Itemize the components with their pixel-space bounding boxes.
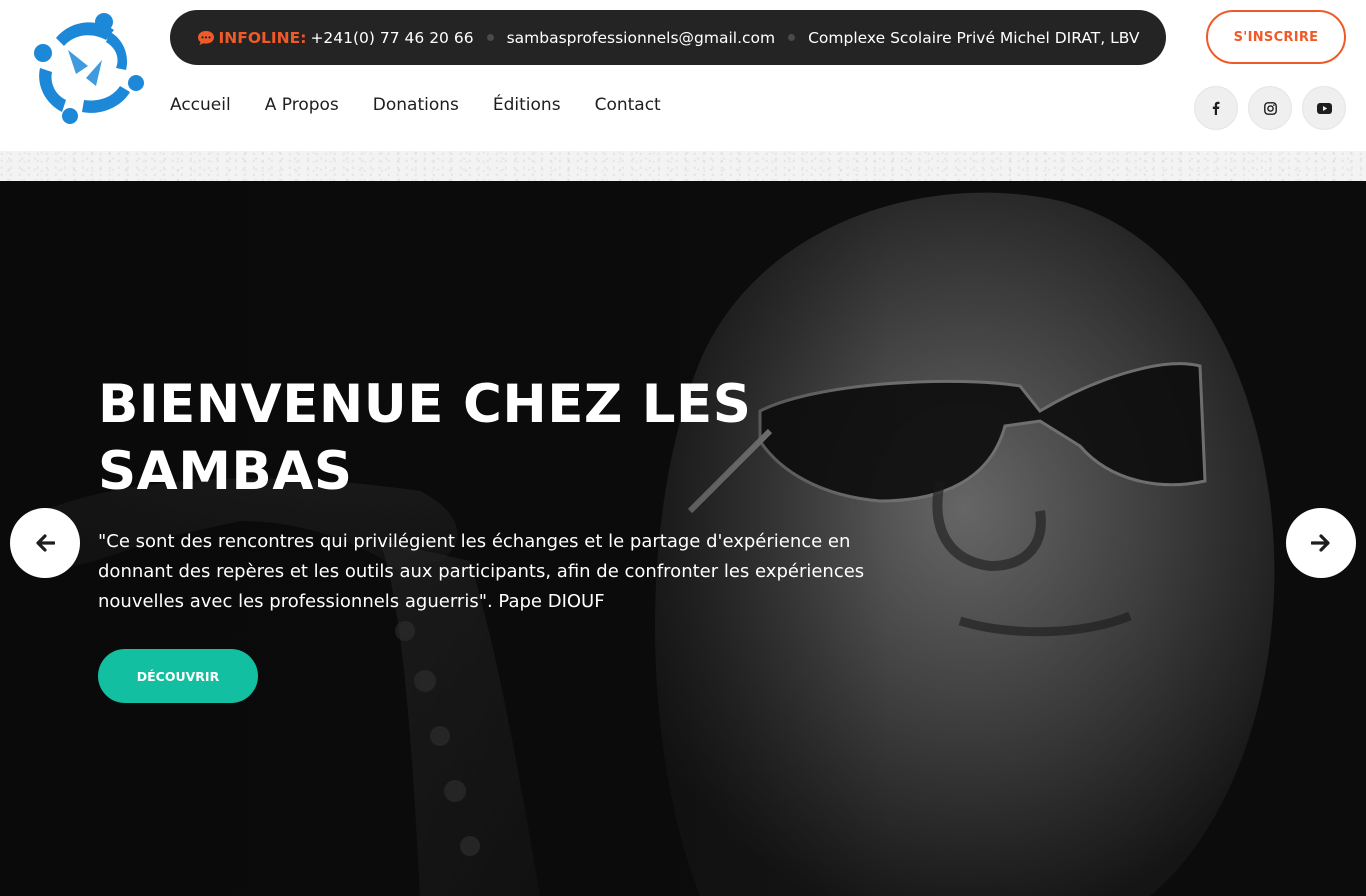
hero-quote: "Ce sont des rencontres qui privilégient… xyxy=(98,531,865,612)
address-text: Complexe Scolaire Privé Michel DIRAT, LB… xyxy=(808,28,1140,47)
facebook-link[interactable] xyxy=(1194,86,1238,130)
social-links xyxy=(1194,86,1346,130)
email-link[interactable]: sambasprofessionnels@gmail.com xyxy=(507,29,776,47)
slider-prev-button[interactable] xyxy=(10,508,80,578)
nav-item-a-propos[interactable]: A Propos xyxy=(265,95,339,115)
site-header: INFOLINE: +241(0) 77 46 20 66 sambasprof… xyxy=(0,0,1366,151)
separator-dot xyxy=(788,34,796,41)
nav-item-accueil[interactable]: Accueil xyxy=(170,95,231,115)
instagram-link[interactable] xyxy=(1248,86,1292,130)
arrow-right-icon xyxy=(1311,534,1330,552)
main-nav: Accueil A Propos Donations Éditions Cont… xyxy=(170,95,661,115)
hero-title: BIENVENUE CHEZ LES SAMBAS xyxy=(98,374,752,502)
nav-item-editions[interactable]: Éditions xyxy=(493,95,561,115)
separator-dot xyxy=(486,34,494,41)
slider-next-button[interactable] xyxy=(1286,508,1356,578)
signup-button[interactable]: S'INSCRIRE xyxy=(1206,10,1346,64)
discover-button[interactable]: DÉCOUVRIR xyxy=(98,649,258,703)
infoline-label: INFOLINE: xyxy=(218,28,307,47)
chat-bubble-icon xyxy=(197,30,214,45)
nav-item-contact[interactable]: Contact xyxy=(595,95,661,115)
instagram-icon xyxy=(1263,101,1277,115)
hero-slider: BIENVENUE CHEZ LES SAMBAS "Ce sont des r… xyxy=(0,181,1366,896)
youtube-icon xyxy=(1316,102,1332,114)
youtube-link[interactable] xyxy=(1302,86,1346,130)
nav-item-donations[interactable]: Donations xyxy=(373,95,459,115)
arrow-left-icon xyxy=(36,534,55,552)
phone-number[interactable]: +241(0) 77 46 20 66 xyxy=(310,29,473,47)
facebook-icon xyxy=(1212,101,1220,115)
contact-topbar: INFOLINE: +241(0) 77 46 20 66 sambasprof… xyxy=(170,10,1166,65)
people-circle-logo-icon[interactable] xyxy=(26,8,148,126)
header-texture-strip xyxy=(0,151,1366,181)
